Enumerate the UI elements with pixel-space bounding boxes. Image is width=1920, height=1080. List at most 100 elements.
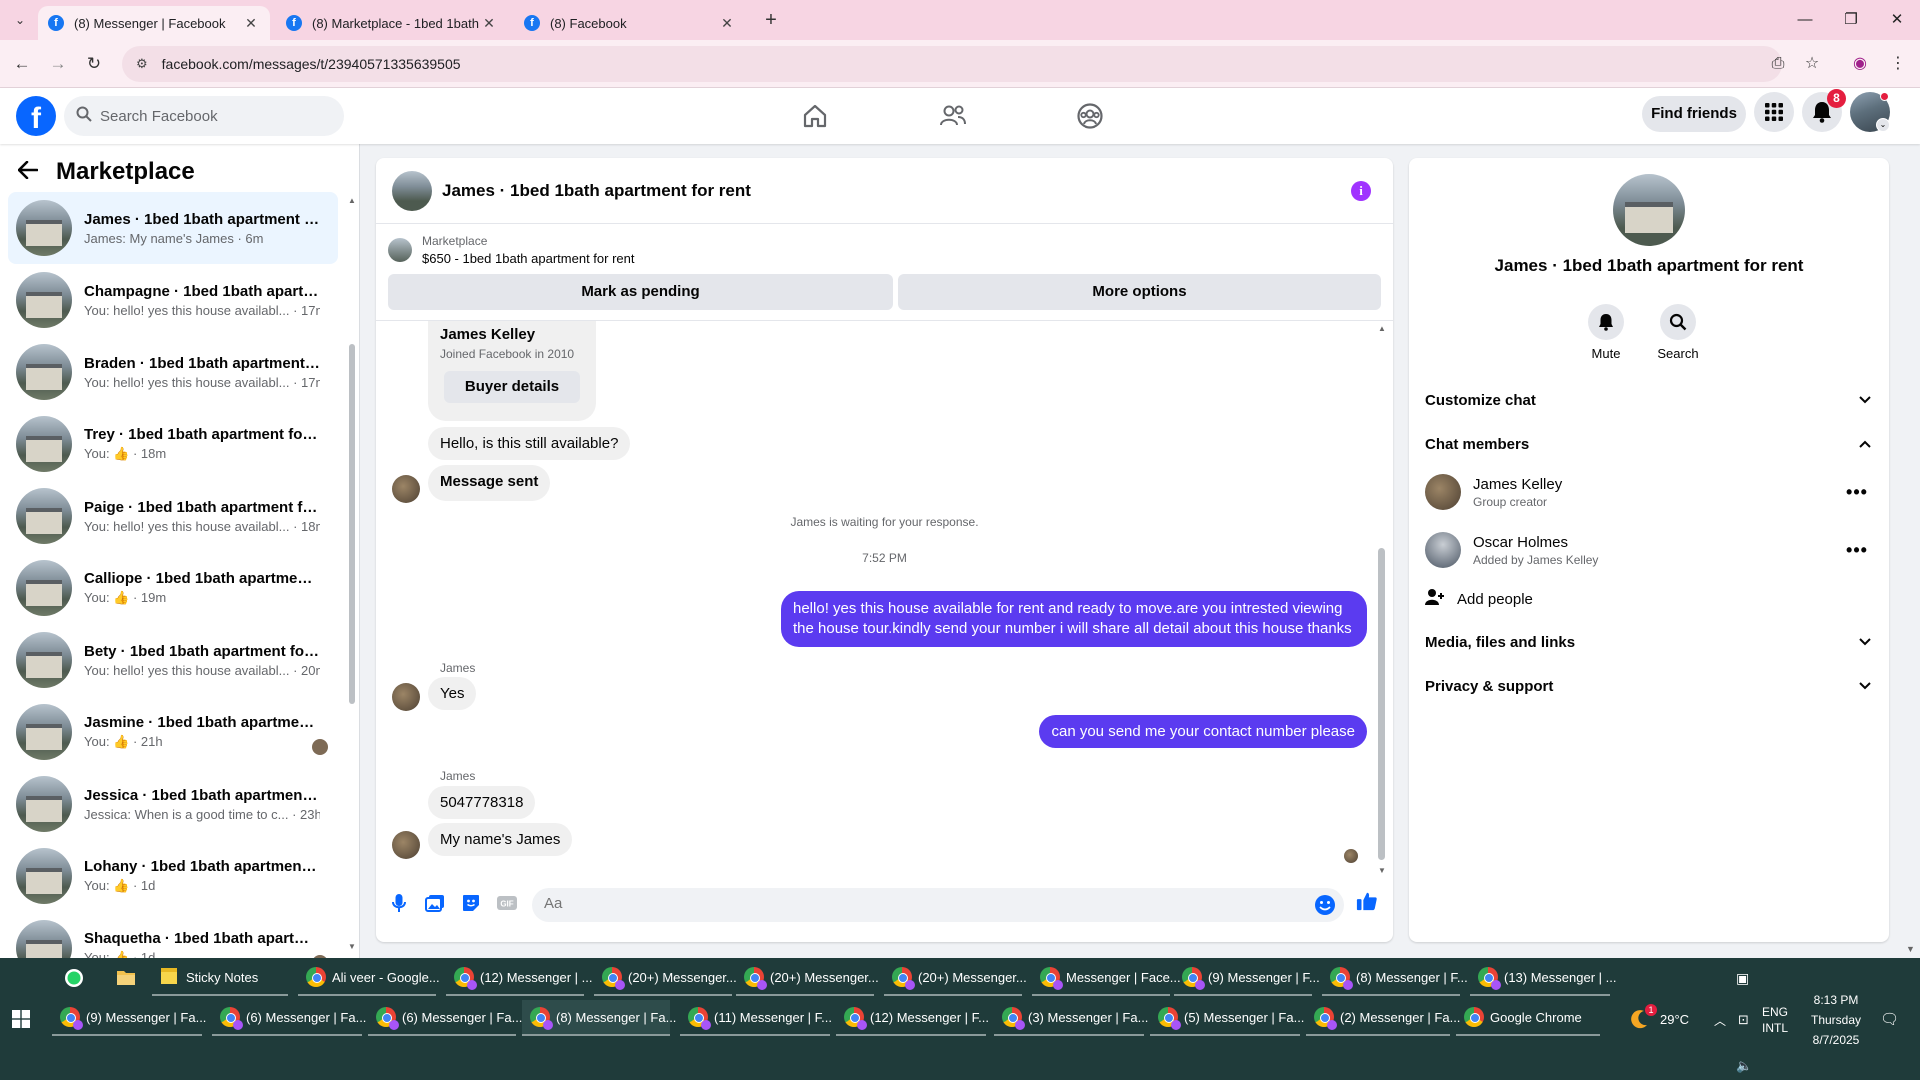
home-nav-icon[interactable] xyxy=(759,96,871,136)
network-icon[interactable]: ⊡ xyxy=(1738,1012,1749,1028)
friends-nav-icon[interactable] xyxy=(897,96,1009,136)
message-bubble[interactable]: 5047778318 xyxy=(428,786,536,819)
reload-icon[interactable]: ↻ xyxy=(82,52,106,76)
gif-icon[interactable]: GIF xyxy=(496,892,518,914)
message-bubble-outgoing[interactable]: can you send me your contact number plea… xyxy=(1039,715,1367,748)
message-composer[interactable] xyxy=(532,888,1344,922)
back-icon[interactable]: ← xyxy=(10,52,34,76)
conversation-item[interactable]: Braden · 1bed 1bath apartment for rent Yo… xyxy=(8,336,338,408)
message-bubble-outgoing[interactable]: hello! yes this house available for rent… xyxy=(781,591,1367,647)
photo-icon[interactable] xyxy=(424,892,446,914)
scroll-up-arrow-icon[interactable]: ▲ xyxy=(348,196,356,205)
taskbar-app[interactable]: (20+) Messenger... xyxy=(884,960,1027,996)
minimize-icon[interactable]: — xyxy=(1782,0,1828,40)
groups-nav-icon[interactable] xyxy=(1034,96,1146,136)
conversation-item[interactable]: Lohany · 1bed 1bath apartment for rent Yo… xyxy=(8,840,338,912)
conversation-item[interactable]: Trey · 1bed 1bath apartment for rent You:… xyxy=(8,408,338,480)
search-input[interactable] xyxy=(100,107,320,125)
more-options-button[interactable]: More options xyxy=(898,274,1381,310)
conversation-item[interactable]: Champagne · 1bed 1bath apartment for ren… xyxy=(8,264,338,336)
menu-grid-icon[interactable] xyxy=(1754,92,1794,132)
close-icon[interactable]: ✕ xyxy=(480,15,498,32)
menu-icon[interactable]: ⋮ xyxy=(1886,52,1910,76)
member-row[interactable]: Oscar Holmes Added by James Kelley ••• xyxy=(1425,522,1871,578)
install-app-icon[interactable]: ⎙ xyxy=(1766,52,1790,76)
taskbar-app[interactable]: (13) Messenger | ... xyxy=(1470,960,1616,996)
bookmark-star-icon[interactable]: ☆ xyxy=(1800,52,1824,76)
forward-icon[interactable]: → xyxy=(46,52,70,76)
language-indicator[interactable]: ENG INTL xyxy=(1762,1004,1788,1036)
customize-chat-section[interactable]: Customize chat xyxy=(1425,380,1871,420)
more-options-icon[interactable]: ••• xyxy=(1843,482,1871,503)
conversation-item[interactable]: James · 1bed 1bath apartment for rent Jam… xyxy=(8,192,338,264)
new-tab-icon[interactable]: + xyxy=(760,9,782,31)
member-row[interactable]: James Kelley Group creator ••• xyxy=(1425,464,1871,520)
find-friends-button[interactable]: Find friends xyxy=(1642,96,1746,132)
maximize-icon[interactable]: ❐ xyxy=(1828,0,1874,40)
taskbar-app[interactable]: Ali veer - Google... xyxy=(298,960,440,996)
bell-icon[interactable] xyxy=(1588,304,1624,340)
emoji-icon[interactable] xyxy=(1314,894,1336,921)
back-arrow-icon[interactable] xyxy=(17,158,39,186)
taskbar-app[interactable]: (3) Messenger | Fa... xyxy=(994,1000,1148,1036)
conversation-item[interactable]: Jasmine · 1bed 1bath apartment for rent Y… xyxy=(8,696,338,768)
sender-avatar[interactable] xyxy=(392,683,420,711)
taskbar-app[interactable]: (9) Messenger | Fa... xyxy=(52,1000,206,1036)
chat-title[interactable]: James · 1bed 1bath apartment for rent xyxy=(442,181,751,201)
taskbar-app[interactable]: (20+) Messenger... xyxy=(594,960,737,996)
close-icon[interactable]: ✕ xyxy=(718,15,736,32)
taskbar-app[interactable] xyxy=(56,960,96,996)
thumbs-up-icon[interactable] xyxy=(1356,890,1378,912)
tab-messenger[interactable]: f (8) Messenger | Facebook ✕ xyxy=(38,6,270,40)
url-bar[interactable]: ⚙ facebook.com/messages/t/23940571335639… xyxy=(122,46,1782,82)
message-bubble[interactable]: My name's James xyxy=(428,823,573,856)
add-people-button[interactable]: Add people xyxy=(1425,588,1533,610)
taskbar-app[interactable]: (6) Messenger | Fa... xyxy=(368,1000,522,1036)
taskbar-app[interactable]: (8) Messenger | F... xyxy=(1322,960,1468,996)
tab-marketplace[interactable]: f (8) Marketplace - 1bed 1bath apartment… xyxy=(276,6,508,40)
facebook-logo-icon[interactable]: f xyxy=(16,96,56,136)
scroll-down-arrow-icon[interactable]: ▼ xyxy=(1906,944,1915,954)
taskbar-app[interactable]: (9) Messenger | F... xyxy=(1174,960,1320,996)
marketplace-listing[interactable]: Marketplace $650 - 1bed 1bath apartment … xyxy=(388,234,634,266)
facebook-search[interactable] xyxy=(64,96,344,136)
sticker-icon[interactable] xyxy=(460,892,482,914)
sender-avatar[interactable] xyxy=(392,831,420,859)
message-bubble[interactable]: Message sent xyxy=(428,465,551,501)
taskbar-app[interactable]: (6) Messenger | Fa... xyxy=(212,1000,366,1036)
scroll-down-arrow-icon[interactable]: ▼ xyxy=(348,942,356,951)
clock[interactable]: 8:13 PM Thursday 8/7/2025 xyxy=(1800,990,1872,1050)
sidebar-scrollbar[interactable] xyxy=(349,344,355,704)
scroll-up-arrow-icon[interactable]: ▲ xyxy=(1378,324,1386,333)
chevron-down-icon[interactable]: ⌄ xyxy=(1876,118,1890,132)
tab-list-icon[interactable]: ⌄ xyxy=(10,10,30,30)
conversation-item[interactable]: Paige · 1bed 1bath apartment for rent You… xyxy=(8,480,338,552)
buyer-details-button[interactable]: Buyer details xyxy=(444,371,580,403)
tray-overflow-icon[interactable]: ︿ xyxy=(1714,1012,1726,1029)
taskbar-app[interactable]: Messenger | Face... xyxy=(1032,960,1181,996)
taskbar-app[interactable]: (8) Messenger | Fa... xyxy=(522,1000,676,1036)
conversation-item[interactable]: Calliope · 1bed 1bath apartment for rent… xyxy=(8,552,338,624)
media-files-section[interactable]: Media, files and links xyxy=(1425,622,1871,662)
chat-avatar[interactable] xyxy=(392,170,432,211)
message-bubble[interactable]: Yes xyxy=(428,677,477,710)
windows-start-icon[interactable] xyxy=(12,1010,30,1033)
taskbar-app[interactable] xyxy=(108,960,148,996)
mark-as-pending-button[interactable]: Mark as pending xyxy=(388,274,893,310)
task-view-icon[interactable]: ▣ xyxy=(1736,970,1749,987)
taskbar-app[interactable]: Sticky Notes xyxy=(152,960,288,996)
volume-icon[interactable]: 🔈 xyxy=(1736,1058,1752,1074)
taskbar-app[interactable]: (11) Messenger | F... xyxy=(680,1000,832,1036)
profile-icon[interactable]: ◉ xyxy=(1848,52,1872,76)
taskbar-app[interactable]: (20+) Messenger... xyxy=(736,960,879,996)
mute-action[interactable]: Mute xyxy=(1576,304,1636,361)
chat-scrollbar[interactable] xyxy=(1378,548,1385,860)
taskbar-app[interactable]: (2) Messenger | Fa... xyxy=(1306,1000,1460,1036)
close-icon[interactable]: ✕ xyxy=(242,15,260,32)
privacy-support-section[interactable]: Privacy & support xyxy=(1425,666,1871,706)
message-bubble[interactable]: Hello, is this still available? xyxy=(428,427,631,460)
message-input[interactable] xyxy=(544,895,1284,912)
chat-members-section[interactable]: Chat members xyxy=(1425,424,1871,464)
window-close-icon[interactable]: ✕ xyxy=(1874,0,1920,40)
taskbar-app[interactable]: (12) Messenger | ... xyxy=(446,960,592,996)
